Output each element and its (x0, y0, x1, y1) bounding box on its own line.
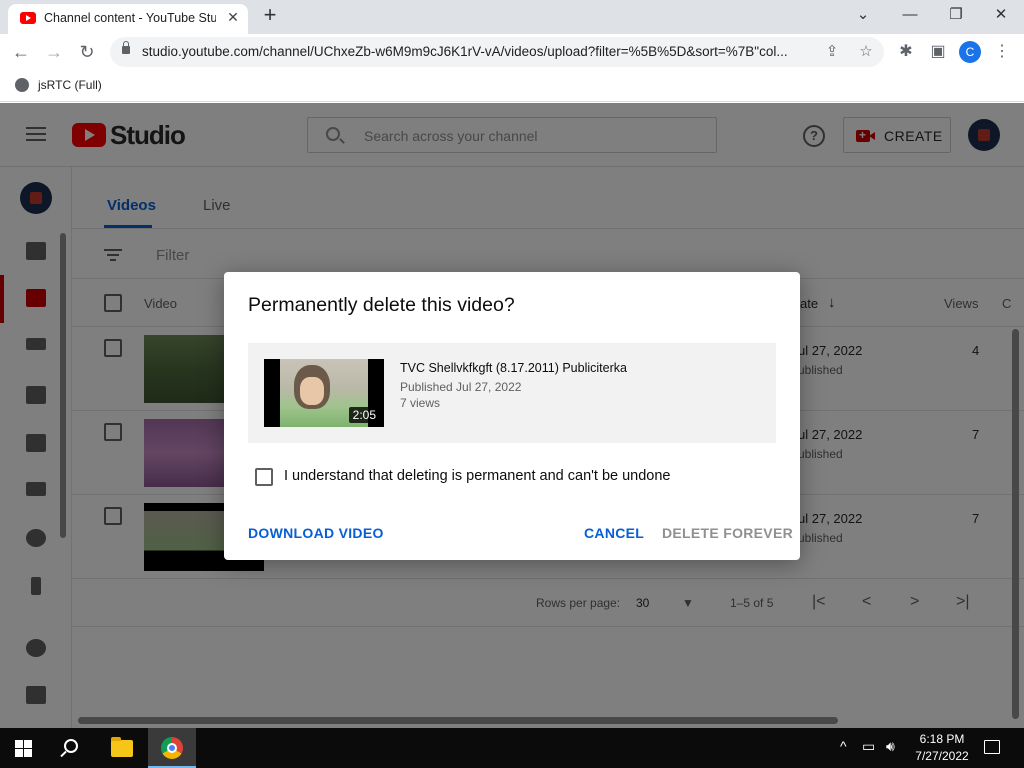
tab-search-chevron-icon[interactable]: ⌄ (851, 4, 875, 28)
browser-menu-icon[interactable]: ⋮ (990, 40, 1014, 64)
new-tab-button[interactable]: + (258, 4, 282, 28)
acknowledge-label[interactable]: I understand that deleting is permanent … (284, 468, 671, 484)
dialog-title: Permanently delete this video? (248, 294, 515, 316)
clock-time[interactable]: 6:18 PM (916, 732, 968, 746)
taskbar-search-icon[interactable] (64, 739, 78, 753)
file-explorer-icon[interactable] (111, 737, 133, 757)
cancel-button[interactable]: CANCEL (584, 525, 644, 541)
dialog-video-thumbnail: 2:05 (264, 359, 384, 427)
browser-tab[interactable]: Channel content - YouTube Studio ✕ (8, 4, 248, 34)
reload-button[interactable]: ↻ (75, 40, 99, 64)
chrome-icon (161, 737, 183, 759)
dialog-video-views: 7 views (400, 396, 441, 410)
browser-toolbar: ← → ↻ studio.youtube.com/channel/UChxeZb… (0, 34, 1024, 70)
tray-chevron-icon[interactable]: ^ (840, 738, 847, 754)
minimize-button[interactable]: — (898, 4, 922, 28)
tab-close-icon[interactable]: ✕ (224, 8, 242, 26)
bookmarks-bar: jsRTC (Full) (0, 70, 1024, 102)
side-panel-icon[interactable]: ▣ (926, 40, 950, 64)
video-duration: 2:05 (348, 407, 380, 423)
browser-tab-bar: Channel content - YouTube Studio ✕ + ⌄ —… (0, 0, 1024, 34)
address-bar[interactable]: studio.youtube.com/channel/UChxeZb-w6M9m… (110, 37, 884, 67)
delete-forever-button[interactable]: DELETE FOREVER (662, 525, 793, 541)
video-summary-card: 2:05 TVC Shellvkfkgft (8.17.2011) Public… (248, 343, 776, 443)
acknowledge-checkbox[interactable] (255, 468, 273, 486)
clock-date[interactable]: 7/27/2022 (910, 749, 974, 763)
share-icon[interactable]: ⇪ (821, 41, 843, 63)
forward-button[interactable]: → (42, 40, 66, 64)
delete-video-dialog: Permanently delete this video? 2:05 TVC … (224, 272, 800, 560)
bookmark-star-icon[interactable]: ☆ (855, 41, 877, 63)
thumbnail-face (300, 377, 324, 405)
windows-taskbar: ^ ▭ 🔊︎ 6:18 PM 7/27/2022 (0, 728, 1024, 768)
profile-avatar[interactable]: C (959, 41, 981, 63)
dialog-video-title: TVC Shellvkfkgft (8.17.2011) Publiciterk… (400, 361, 627, 375)
back-button[interactable]: ← (9, 40, 33, 64)
download-video-button[interactable]: DOWNLOAD VIDEO (248, 525, 384, 541)
tab-title: Channel content - YouTube Studio (44, 11, 216, 25)
volume-icon[interactable]: 🔊︎ (886, 738, 895, 755)
extensions-puzzle-icon[interactable]: ✱ (894, 40, 918, 64)
url-text: studio.youtube.com/channel/UChxeZb-w6M9m… (142, 44, 788, 59)
windows-start-icon[interactable] (15, 740, 32, 757)
restore-button[interactable]: ❐ (944, 4, 968, 28)
bookmark-jsrtc[interactable]: jsRTC (Full) (38, 78, 102, 92)
network-icon[interactable]: ▭ (862, 738, 875, 755)
lock-icon (122, 41, 130, 54)
globe-icon (15, 78, 29, 92)
dialog-video-published: Published Jul 27, 2022 (400, 380, 522, 394)
taskbar-chrome[interactable] (148, 728, 196, 768)
youtube-favicon-icon (20, 12, 36, 24)
close-window-button[interactable]: ✕ (989, 4, 1013, 28)
notifications-icon[interactable] (984, 740, 1000, 754)
screen: Channel content - YouTube Studio ✕ + ⌄ —… (0, 0, 1024, 768)
